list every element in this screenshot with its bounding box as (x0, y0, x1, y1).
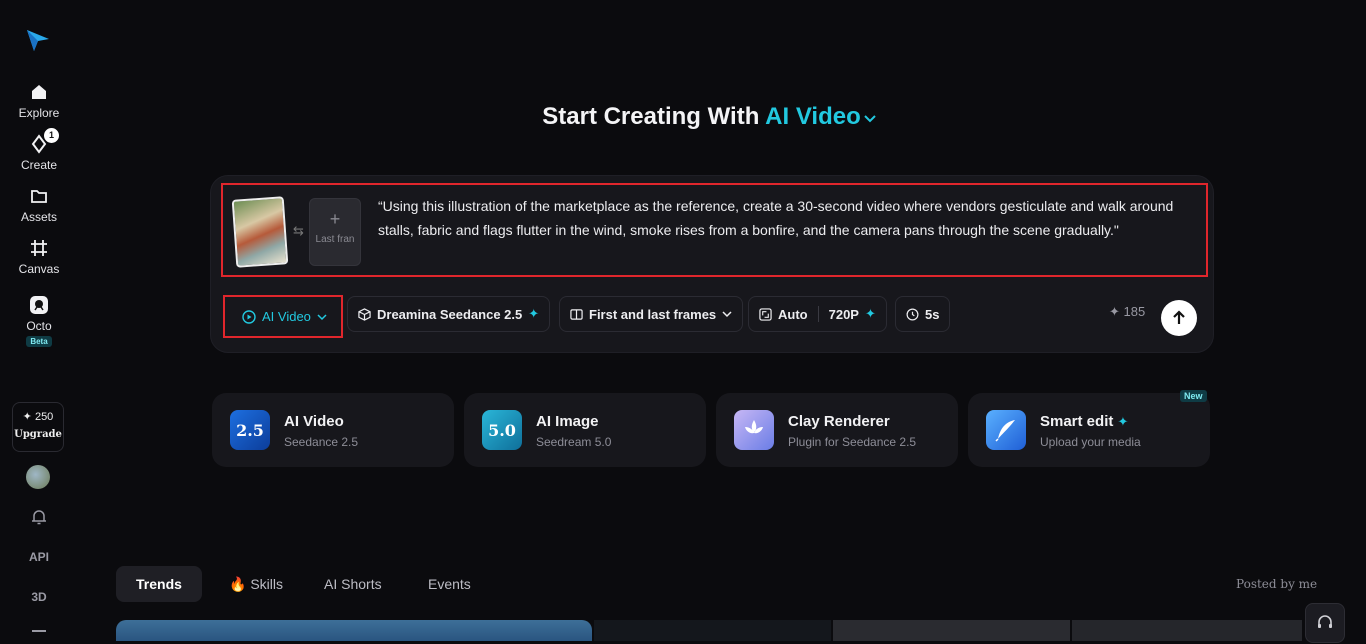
swap-frames-icon[interactable]: ⇆ (293, 223, 304, 239)
tab-events[interactable]: Events (408, 566, 491, 602)
prompt-input[interactable]: “Using this illustration of the marketpl… (378, 194, 1198, 242)
frames-label: First and last frames (589, 306, 717, 322)
generation-cost: ✦ 185 (1109, 304, 1145, 320)
cube-icon (358, 307, 371, 321)
arrow-up-icon (1173, 310, 1185, 324)
cost-value: 185 (1123, 304, 1146, 319)
card-subtitle: Seedance 2.5 (284, 435, 359, 449)
chevron-down-icon (722, 311, 732, 318)
last-frame-label: Last fran (315, 234, 355, 245)
chevron-down-icon (317, 313, 327, 320)
card-ai-video[interactable]: 2.5 AI Video Seedance 2.5 (212, 393, 454, 467)
sidebar: Explore 1 Create Assets Canvas Octo Beta… (0, 0, 78, 641)
home-icon (32, 85, 46, 99)
aspect-resolution-selector[interactable]: Auto 720P ✦ (748, 296, 887, 332)
folder-icon (31, 190, 47, 203)
beta-badge: Beta (26, 336, 52, 347)
sparkle-icon: ✦ (1109, 304, 1120, 319)
last-frame-upload[interactable]: + Last fran (309, 198, 361, 266)
upgrade-label: Upgrade (14, 429, 62, 440)
model-label: Dreamina Seedance 2.5 (377, 306, 523, 322)
card-smart-edit[interactable]: Smart edit ✦ Upload your media (968, 393, 1210, 467)
upgrade-button[interactable]: ✦ 250 Upgrade (12, 402, 64, 452)
aspect-ratio-icon (759, 307, 772, 321)
card-title: Clay Renderer (788, 413, 890, 430)
card-title: AI Video (284, 413, 344, 430)
octo-icon (30, 296, 48, 314)
clock-icon (906, 308, 919, 320)
video-play-icon (242, 309, 256, 324)
duration-label: 5s (925, 306, 940, 322)
card-subtitle: Plugin for Seedance 2.5 (788, 435, 917, 449)
model-selector[interactable]: Dreamina Seedance 2.5 ✦ (347, 296, 551, 332)
plus-icon: + (329, 209, 341, 229)
tab-ai-shorts[interactable]: AI Shorts (304, 566, 402, 602)
title-prefix: Start Creating With (542, 103, 760, 130)
sparkle-icon: ✦ (864, 306, 876, 321)
title-accent: AI Video (765, 103, 861, 130)
frames-icon (570, 308, 583, 320)
flower-icon (734, 410, 774, 450)
sidebar-item-create[interactable]: 1 Create (0, 128, 78, 172)
sparkle-icon: ✦ (1117, 414, 1129, 429)
card-title: AI Image (536, 413, 599, 430)
sidebar-item-label: Assets (20, 210, 57, 224)
sidebar-item-label: Octo (26, 319, 52, 333)
chevron-down-icon (864, 115, 876, 123)
tab-skills[interactable]: 🔥 Skills (209, 566, 303, 602)
ai-image-icon: 5.0 (482, 410, 522, 450)
tab-trends[interactable]: Trends (116, 566, 202, 602)
card-title: Smart edit ✦ (1040, 413, 1129, 430)
sidebar-item-assets[interactable]: Assets (0, 186, 78, 224)
headset-icon (1318, 615, 1332, 628)
resolution-label: 720P (828, 306, 859, 322)
card-subtitle: Seedream 5.0 (536, 435, 612, 449)
card-ai-image[interactable]: 5.0 AI Image Seedream 5.0 (464, 393, 706, 467)
page-title: Start Creating With AI Video (0, 103, 1366, 131)
feather-icon (986, 410, 1026, 450)
prompt-composer: ⇆ + Last fran “Using this illustration o… (210, 175, 1214, 353)
bell-icon (32, 510, 46, 525)
feed-card[interactable] (594, 620, 831, 641)
new-badge: New (1180, 390, 1207, 402)
sparkle-icon: ✦ (528, 306, 540, 321)
frames-selector[interactable]: First and last frames (559, 296, 744, 332)
support-button[interactable] (1305, 603, 1345, 643)
sidebar-item-label: Create (20, 158, 58, 172)
menu-icon[interactable] (0, 630, 78, 644)
card-subtitle: Upload your media (1040, 435, 1141, 449)
feed-card[interactable] (116, 620, 592, 641)
mode-dropdown[interactable]: AI Video (223, 295, 343, 338)
feed-card[interactable] (833, 620, 1070, 641)
notifications-button[interactable] (0, 508, 78, 529)
fire-icon: 🔥 (229, 576, 247, 592)
divider (817, 306, 819, 322)
canvas-icon (31, 240, 47, 256)
prompt-area[interactable]: ⇆ + Last fran “Using this illustration o… (221, 183, 1208, 277)
sidebar-item-canvas[interactable]: Canvas (0, 238, 78, 276)
sidebar-item-label: Canvas (18, 262, 60, 276)
generate-button[interactable] (1161, 300, 1197, 336)
duration-selector[interactable]: 5s (895, 296, 951, 332)
posted-by-filter[interactable]: Posted by me (1236, 577, 1317, 591)
mode-label: AI Video (262, 309, 311, 324)
feed-card[interactable] (1072, 620, 1302, 641)
credit-balance: ✦ 250 (22, 411, 54, 423)
mode-switcher[interactable]: AI Video (765, 103, 877, 130)
first-frame-thumbnail[interactable] (231, 196, 289, 268)
api-link[interactable]: API (0, 550, 78, 564)
ai-video-icon: 2.5 (230, 410, 270, 450)
ratio-label: Auto (778, 306, 808, 322)
dreamina-logo-icon[interactable] (25, 27, 51, 53)
sidebar-item-octo[interactable]: Octo Beta (0, 295, 78, 347)
card-clay-renderer[interactable]: Clay Renderer Plugin for Seedance 2.5 (716, 393, 958, 467)
3d-link[interactable]: 3D (0, 590, 78, 604)
avatar[interactable] (26, 465, 50, 489)
